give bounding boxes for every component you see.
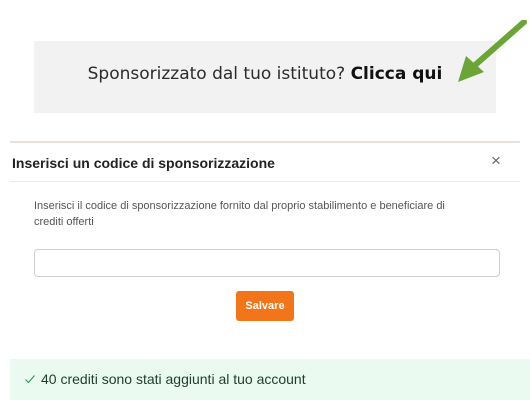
success-alert: 40 crediti sono stati aggiunti al tuo ac… — [10, 359, 530, 400]
sponsor-link[interactable]: Clicca qui — [351, 64, 443, 84]
sponsor-banner: Sponsorizzato dal tuo istituto? Clicca q… — [34, 41, 496, 113]
success-message: 40 crediti sono stati aggiunti al tuo ac… — [41, 371, 306, 387]
modal-title: Inserisci un codice di sponsorizzazione — [12, 155, 275, 171]
sponsor-text: Sponsorizzato dal tuo istituto? Clicca q… — [34, 64, 496, 84]
modal-description: Inserisci il codice di sponsorizzazione … — [34, 200, 445, 228]
close-icon[interactable]: × — [486, 151, 506, 171]
save-button[interactable]: Salvare — [236, 291, 294, 321]
sponsor-code-modal: Inserisci un codice di sponsorizzazione … — [10, 141, 520, 333]
sponsor-code-input[interactable] — [34, 249, 500, 277]
cropped-header-text — [0, 0, 530, 13]
modal-divider — [10, 181, 520, 182]
check-icon — [25, 375, 35, 384]
sponsor-question: Sponsorizzato dal tuo istituto? — [87, 64, 346, 84]
arrow-annotation-icon — [458, 20, 527, 82]
